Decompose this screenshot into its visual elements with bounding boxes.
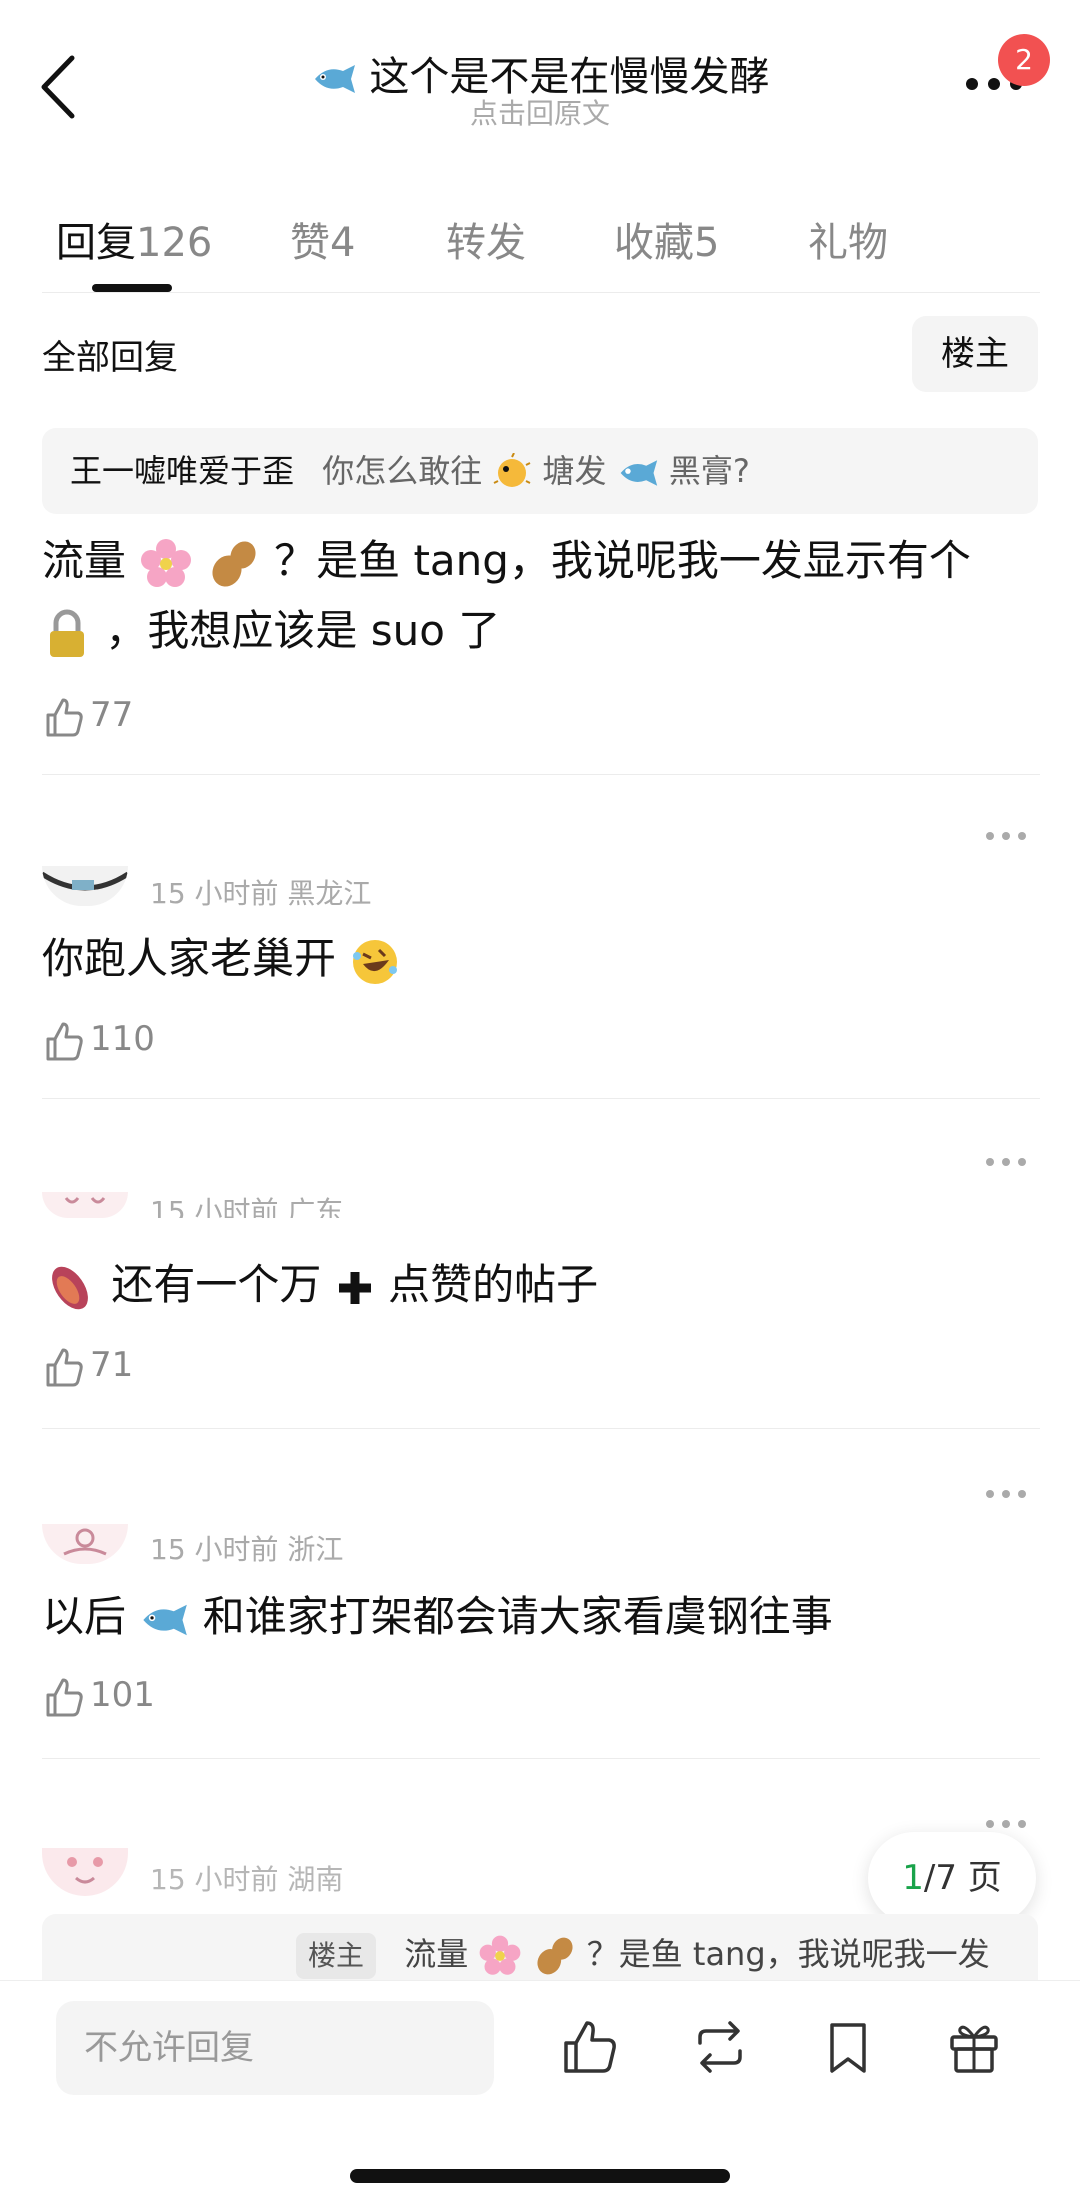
comment-text-a: 以后 bbox=[42, 1592, 127, 1641]
avatar[interactable] bbox=[42, 1848, 128, 1896]
avatar-image bbox=[67, 1857, 103, 1884]
like-icon[interactable] bbox=[560, 2017, 620, 2077]
tab-label: 赞 bbox=[290, 220, 330, 266]
home-indicator bbox=[350, 2169, 730, 2183]
thumbs-up-icon bbox=[46, 1022, 83, 1060]
comment-text: 以后 和谁家打架都会请大家看虞钢往事 bbox=[42, 1582, 1002, 1652]
avatar[interactable] bbox=[42, 1524, 128, 1564]
current-page: 1 bbox=[902, 1858, 924, 1898]
tab-label: 转发 bbox=[446, 220, 526, 266]
lock-icon bbox=[50, 609, 84, 657]
quoted-text-c: 黑膏? bbox=[668, 452, 750, 490]
comment-meta: 15 小时前 浙江 bbox=[150, 1533, 344, 1566]
plus-icon bbox=[338, 1271, 371, 1304]
cherry-blossom-icon bbox=[480, 1935, 521, 1975]
page-indicator[interactable]: 1/7 页 bbox=[868, 1832, 1036, 1924]
more-options-icon[interactable] bbox=[982, 1484, 1030, 1504]
rofl-emoji-icon bbox=[353, 939, 398, 984]
avatar[interactable] bbox=[42, 866, 128, 906]
tab-gifts[interactable]: 礼物 bbox=[808, 210, 888, 268]
tab-reposts[interactable]: 转发 bbox=[446, 210, 526, 268]
tab-count: 4 bbox=[330, 220, 356, 266]
divider bbox=[42, 1758, 1040, 1759]
comment-text-a: 还有一个万 bbox=[111, 1260, 322, 1309]
more-options-icon[interactable] bbox=[982, 1152, 1030, 1172]
divider bbox=[42, 292, 1040, 293]
comment-text: 你跑人家老巢开 bbox=[42, 924, 1002, 994]
peanut-icon bbox=[212, 540, 256, 587]
bookmark-icon[interactable] bbox=[818, 2017, 878, 2077]
reply-text-b: ？是鱼 tang，我说呢我一发显示有个 bbox=[274, 536, 971, 585]
tab-likes[interactable]: 赞4 bbox=[290, 210, 355, 268]
gift-icon[interactable] bbox=[944, 2017, 1004, 2077]
tab-replies[interactable]: 回复126 bbox=[56, 210, 212, 268]
like-count: 71 bbox=[90, 1345, 134, 1385]
like-button[interactable]: 110 bbox=[42, 1014, 155, 1064]
peanut-icon bbox=[537, 1937, 573, 1975]
like-button[interactable]: 71 bbox=[42, 1340, 133, 1390]
nested-text-a: 流量 bbox=[404, 1935, 469, 1973]
thumbs-up-icon bbox=[46, 1348, 83, 1386]
divider bbox=[42, 774, 1040, 775]
avatar-image bbox=[63, 1528, 107, 1556]
back-to-original-link[interactable]: 点击回原文 bbox=[0, 92, 1080, 132]
divider bbox=[42, 1098, 1040, 1099]
comment-text-b: 和谁家打架都会请大家看虞钢往事 bbox=[202, 1592, 833, 1641]
comment-text: 还有一个万 点赞的帖子 bbox=[42, 1250, 1002, 1320]
cherry-blossom-icon bbox=[141, 538, 192, 587]
like-count: 110 bbox=[90, 1019, 155, 1059]
fish-icon bbox=[143, 1604, 188, 1635]
main-reply-text: 流量 ？是鱼 tang，我说呢我一发显示有个 ，我想应该是 suo 了 bbox=[42, 526, 1002, 666]
comment-meta: 15 小时前 黑龙江 bbox=[150, 877, 372, 910]
all-replies-label: 全部回复 bbox=[42, 338, 178, 378]
sweet-potato-icon bbox=[52, 1266, 88, 1309]
quoted-text-a: 你怎么敢往 bbox=[322, 452, 483, 490]
fish-icon bbox=[620, 460, 657, 486]
avatar-image bbox=[64, 1197, 106, 1204]
comment-text-b: 点赞的帖子 bbox=[388, 1260, 599, 1309]
bottom-action-bar: 不允许回复 bbox=[0, 1980, 1080, 2207]
comment-meta: 15 小时前 湖南 bbox=[150, 1863, 344, 1896]
avatar[interactable] bbox=[42, 1192, 128, 1218]
tab-favorites[interactable]: 收藏5 bbox=[614, 210, 719, 268]
divider bbox=[42, 1428, 1040, 1429]
active-tab-indicator bbox=[92, 284, 172, 292]
tab-bar: 回复126 赞4 转发 收藏5 礼物 bbox=[0, 200, 1080, 292]
quoted-reply[interactable]: 王一嘘唯爱于歪 你怎么敢往 塘发 黑膏? bbox=[42, 428, 1038, 514]
reply-text-a: 流量 bbox=[42, 536, 127, 585]
like-count: 77 bbox=[90, 695, 134, 735]
repost-icon[interactable] bbox=[690, 2017, 750, 2077]
total-pages: /7 页 bbox=[923, 1858, 1002, 1898]
avatar-image bbox=[42, 871, 128, 891]
pufferfish-icon bbox=[493, 453, 531, 487]
reply-text-c: ，我想应该是 suo 了 bbox=[105, 606, 501, 655]
fish-icon bbox=[314, 65, 355, 93]
op-only-button[interactable]: 楼主 bbox=[912, 316, 1038, 392]
like-count: 101 bbox=[90, 1675, 155, 1715]
op-tag: 楼主 bbox=[296, 1933, 377, 1979]
quoted-text-b: 塘发 bbox=[542, 452, 607, 490]
more-options-icon[interactable] bbox=[982, 826, 1030, 846]
tab-label: 礼物 bbox=[808, 220, 888, 266]
comment-text-a: 你跑人家老巢开 bbox=[42, 934, 337, 983]
like-button[interactable]: 101 bbox=[42, 1670, 155, 1720]
tab-label: 收藏 bbox=[614, 220, 694, 266]
tab-label: 回复 bbox=[56, 220, 136, 266]
top-nav-bar: 这个是不是在慢慢发酵 点击回原文 2 bbox=[0, 0, 1080, 150]
thumbs-up-icon bbox=[46, 698, 83, 736]
comment-meta: 15 小时前 广东 bbox=[150, 1195, 344, 1218]
thumbs-up-icon bbox=[46, 1678, 83, 1716]
nested-text-b: ？是鱼 tang，我说呢我一发 bbox=[586, 1935, 990, 1973]
like-button[interactable]: 77 bbox=[42, 690, 133, 740]
notification-badge: 2 bbox=[998, 34, 1050, 86]
reply-input[interactable]: 不允许回复 bbox=[56, 2001, 494, 2095]
tab-count: 126 bbox=[136, 220, 213, 266]
tab-count: 5 bbox=[694, 220, 720, 266]
quoted-username[interactable]: 王一嘘唯爱于歪 bbox=[70, 452, 294, 490]
more-options-icon[interactable] bbox=[982, 1814, 1030, 1834]
